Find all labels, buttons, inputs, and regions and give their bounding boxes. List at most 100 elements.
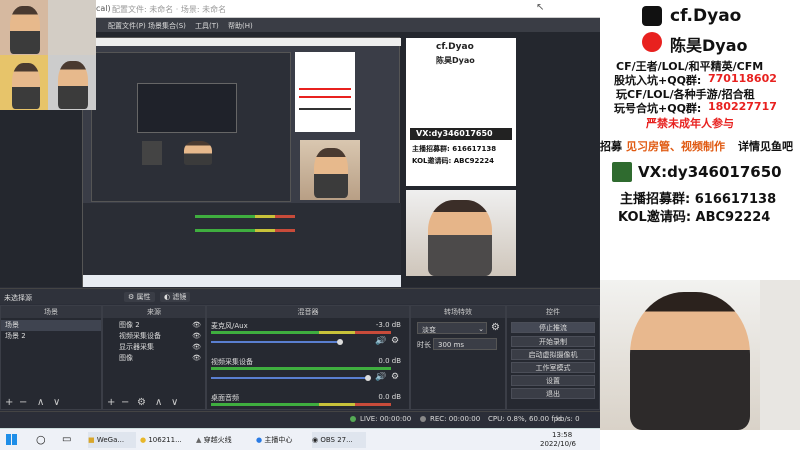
rec-dot-icon	[420, 416, 426, 422]
remove-source-icon[interactable]: −	[121, 397, 129, 408]
settings-button[interactable]: 设置	[511, 375, 595, 386]
sources-title: 来源	[103, 306, 205, 318]
volume-knob[interactable]	[337, 339, 343, 345]
windows-start-icon[interactable]	[6, 434, 17, 445]
promo-kol: KOL邀请码: ABC92224	[618, 210, 771, 225]
nested-preview-inner	[137, 83, 237, 133]
duration-input[interactable]: 300 ms	[433, 338, 497, 350]
taskbar-app-label: 106211...	[148, 436, 182, 444]
source-label: 图像 2	[119, 321, 140, 329]
source-item[interactable]: 视频采集设备 👁	[103, 331, 205, 342]
source-item[interactable]: 图像 👁	[103, 353, 205, 364]
menu-profile[interactable]: 配置文件(P)	[108, 21, 146, 31]
preview-vx: VX:dy346017650	[416, 129, 493, 138]
mixer-channel-name: 麦克风/Aux	[211, 322, 248, 330]
taskbar-app-wegame[interactable]: ■ WeGa...	[88, 432, 136, 448]
status-kbps: kb/s: 0	[556, 415, 580, 423]
mixer-channel: 视频采集设备 0.0 dB 🔊 ⚙	[209, 356, 405, 386]
properties-button[interactable]: ⚙ 属性	[124, 292, 155, 302]
sources-dock: 来源 图像 2 👁 视频采集设备 👁 显示器采集 👁 图像 👁 + − ⚙ ∧ ∨	[102, 305, 206, 410]
mixer-channel-db: 0.0 dB	[378, 393, 401, 401]
cursor-icon: ↖	[536, 2, 545, 13]
taskbar-app-streamer[interactable]: ● 主播中心	[256, 432, 310, 448]
scene-item[interactable]: 场景 2	[1, 331, 101, 342]
mixer-dock: 混音器 麦克风/Aux -3.0 dB 🔊 ⚙ 视频采集设备 0.0 dB 🔊 …	[206, 305, 410, 410]
transition-value: 淡变	[422, 326, 436, 334]
source-label: 图像	[119, 354, 133, 362]
studio-mode-button[interactable]: 工作室模式	[511, 362, 595, 373]
clock-time[interactable]: 13:58	[552, 431, 572, 439]
preview-vx-bar: VX:dy346017650	[410, 128, 512, 140]
nested-meter	[195, 215, 295, 218]
preview-weibo-name: 陈昊Dyao	[436, 56, 475, 65]
window-title-extra: 配置文件: 未命名 · 场景: 未命名	[112, 5, 227, 14]
wegame-icon: ■	[88, 436, 97, 444]
streamer-figure	[630, 292, 750, 430]
nested-promo-line-2	[299, 96, 351, 98]
nested-taskbar	[83, 275, 401, 287]
nested-promo	[295, 52, 355, 132]
obs-statusbar: LIVE: 00:00:00 REC: 00:00:00 CPU: 0.8%, …	[0, 411, 600, 426]
preview-small-cam	[300, 140, 360, 200]
controls-dock: 控件 停止推流 开始录制 启动虚拟摄像机 工作室模式 设置 退出	[506, 305, 600, 410]
stream-cam-overlay	[0, 0, 96, 110]
transitions-title: 转场特效	[411, 306, 505, 318]
chevron-down-icon: ⌄	[478, 325, 484, 333]
clock-date[interactable]: 2022/10/6	[540, 440, 576, 448]
scene-down-icon[interactable]: ∨	[53, 397, 60, 408]
source-toolbar: 未选择源 ⚙ 属性 ◐ 滤镜	[0, 288, 600, 304]
volume-slider[interactable]	[211, 341, 339, 343]
source-item[interactable]: 显示器采集 👁	[103, 342, 205, 353]
taskbar-app-qq[interactable]: ● 106211...	[140, 432, 194, 448]
nested-meter-2	[195, 229, 295, 232]
preview-promo: cf.Dyao 陈昊Dyao VX:dy346017650 主播招募群: 616…	[406, 38, 516, 186]
volume-slider[interactable]	[211, 377, 367, 379]
source-up-icon[interactable]: ∧	[155, 397, 162, 408]
filters-label: 滤镜	[172, 293, 187, 301]
start-recording-button[interactable]: 开始录制	[511, 336, 595, 347]
weibo-icon	[642, 32, 662, 52]
task-view-icon[interactable]: ▭	[62, 432, 71, 448]
mixer-meter	[211, 403, 391, 406]
stop-stream-button[interactable]: 停止推流	[511, 322, 595, 333]
remove-scene-icon[interactable]: −	[19, 397, 27, 408]
visibility-icon[interactable]: 👁	[192, 342, 201, 353]
transition-settings-icon[interactable]: ⚙	[491, 322, 500, 333]
menu-tools[interactable]: 工具(T)	[195, 21, 219, 31]
preview-kol: KOL邀请码: ABC92224	[412, 157, 495, 165]
add-source-icon[interactable]: +	[107, 397, 115, 408]
filters-button[interactable]: ◐ 滤镜	[160, 292, 191, 302]
mixer-settings-icon[interactable]: ⚙	[391, 372, 399, 382]
taskbar-app-cf[interactable]: ▲ 穿越火线	[196, 432, 252, 448]
visibility-icon[interactable]: 👁	[192, 331, 201, 342]
mixer-settings-icon[interactable]: ⚙	[391, 336, 399, 346]
visibility-icon[interactable]: 👁	[192, 320, 201, 331]
scenes-title: 场景	[1, 306, 101, 318]
menu-help[interactable]: 帮助(H)	[228, 21, 253, 31]
taskbar-app-label: OBS 27...	[320, 436, 353, 444]
mixer-channel: 麦克风/Aux -3.0 dB 🔊 ⚙	[209, 320, 405, 350]
add-scene-icon[interactable]: +	[5, 397, 13, 408]
wall	[760, 280, 800, 430]
speaker-icon[interactable]: 🔊	[375, 372, 386, 382]
speaker-icon[interactable]: 🔊	[375, 336, 386, 346]
preview-cam	[406, 190, 516, 276]
scene-item[interactable]: 场景	[1, 320, 101, 331]
visibility-icon[interactable]: 👁	[192, 353, 201, 364]
taskbar-app-obs[interactable]: ◉ OBS 27...	[312, 432, 366, 448]
volume-knob[interactable]	[365, 375, 371, 381]
nested-thumb	[142, 141, 162, 165]
menu-scene-collection[interactable]: 场景集合(S)	[148, 21, 186, 31]
promo-recruit: 主播招募群: 616617138	[620, 192, 777, 207]
taskbar-app-label: 穿越火线	[203, 436, 232, 444]
search-icon[interactable]: ○	[36, 432, 46, 448]
webcam-bottom	[600, 430, 800, 450]
preview-tiktok-name: cf.Dyao	[436, 42, 474, 52]
source-item[interactable]: 图像 2 👁	[103, 320, 205, 331]
source-settings-icon[interactable]: ⚙	[137, 397, 146, 408]
source-down-icon[interactable]: ∨	[171, 397, 178, 408]
virtual-camera-button[interactable]: 启动虚拟摄像机	[511, 349, 595, 360]
transition-select[interactable]: 淡变 ⌄	[417, 322, 487, 334]
scene-up-icon[interactable]: ∧	[37, 397, 44, 408]
exit-button[interactable]: 退出	[511, 388, 595, 399]
